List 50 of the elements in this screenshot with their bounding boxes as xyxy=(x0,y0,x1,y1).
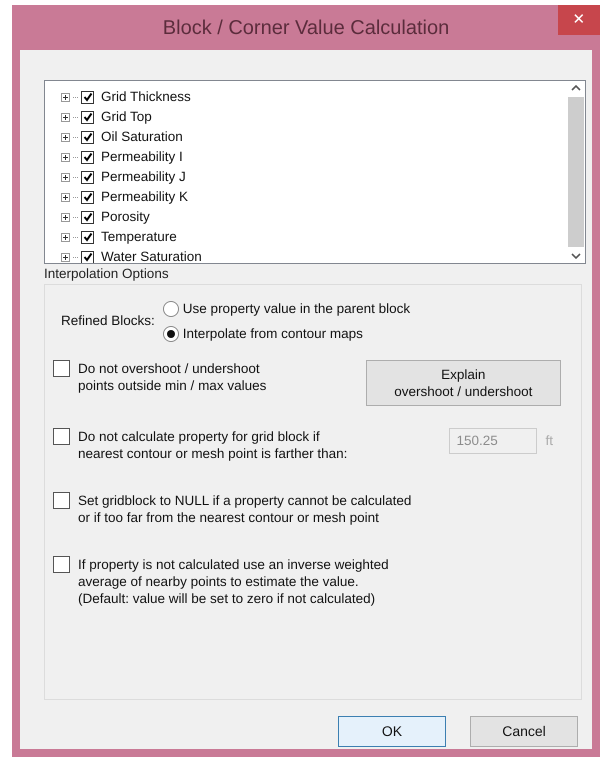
checkbox-label[interactable]: If property is not calculated use an inverse weighted average of nearby points to estimate the value. (Default: value will be set to zero if not calculated) xyxy=(78,556,389,607)
expand-icon[interactable] xyxy=(61,172,70,182)
checkbox[interactable] xyxy=(53,556,70,573)
tree-item-label[interactable]: Oil Saturation xyxy=(101,126,183,148)
expand-icon[interactable] xyxy=(61,92,70,102)
checkbox-label[interactable]: Set gridblock to NULL if a property cannot be calculated or if too far from the nearest contour or mesh point xyxy=(78,492,412,526)
checkbox[interactable] xyxy=(81,170,94,184)
expand-icon[interactable] xyxy=(61,152,70,162)
checkbox[interactable] xyxy=(81,230,94,244)
tree-item-label[interactable]: Water Saturation xyxy=(101,246,202,263)
tree-item-label[interactable]: Porosity xyxy=(101,206,150,228)
expand-icon[interactable] xyxy=(61,212,70,222)
tree-item-label[interactable]: Temperature xyxy=(101,226,177,248)
radio-label[interactable]: Use property value in the parent block xyxy=(182,299,410,320)
expand-icon[interactable] xyxy=(61,192,70,202)
close-button[interactable]: ✕ xyxy=(558,5,600,35)
expand-icon[interactable] xyxy=(61,232,70,242)
checkbox[interactable] xyxy=(53,428,70,445)
checkbox[interactable] xyxy=(81,150,94,164)
radio-label[interactable]: Interpolate from contour maps xyxy=(182,324,363,344)
unit-label: ft xyxy=(545,432,553,450)
expand-icon[interactable] xyxy=(61,252,70,262)
tree-item-label[interactable]: Permeability K xyxy=(101,186,188,208)
checkbox[interactable] xyxy=(81,130,94,144)
checkbox[interactable] xyxy=(53,492,70,509)
scroll-down-icon[interactable] xyxy=(571,253,581,259)
tree-item-label[interactable]: Permeability J xyxy=(101,166,186,188)
checkbox[interactable] xyxy=(81,190,94,204)
dialog-button[interactable]: OK xyxy=(338,716,446,748)
tree-item-label[interactable]: Grid Thickness xyxy=(101,86,191,108)
scroll-up-icon[interactable] xyxy=(571,85,581,91)
explain-button[interactable]: Explain overshoot / undershoot xyxy=(366,360,561,406)
group-title: Interpolation Options xyxy=(44,266,169,281)
radio-button[interactable] xyxy=(162,301,179,318)
checkbox[interactable] xyxy=(53,360,70,377)
checkbox[interactable] xyxy=(81,210,94,224)
tree-item-label[interactable]: Permeability I xyxy=(101,146,183,168)
checkbox-label[interactable]: Do not calculate property for grid block if nearest contour or mesh point is farther than: xyxy=(78,428,370,462)
radio-button[interactable] xyxy=(162,326,179,342)
tree-item-label[interactable]: Grid Top xyxy=(101,106,152,128)
expand-icon[interactable] xyxy=(61,132,70,142)
checkbox[interactable] xyxy=(81,110,94,124)
window-title: Block / Corner Value Calculation xyxy=(162,16,450,40)
expand-icon[interactable] xyxy=(61,112,70,122)
checkbox[interactable] xyxy=(81,250,94,263)
dialog-button[interactable]: Cancel xyxy=(470,716,578,748)
checkbox[interactable] xyxy=(81,90,94,104)
checkbox-label[interactable]: Do not overshoot / undershoot points outside min / max values xyxy=(78,360,358,394)
scroll-thumb[interactable] xyxy=(568,97,584,247)
refined-blocks-label: Refined Blocks: xyxy=(61,312,155,330)
